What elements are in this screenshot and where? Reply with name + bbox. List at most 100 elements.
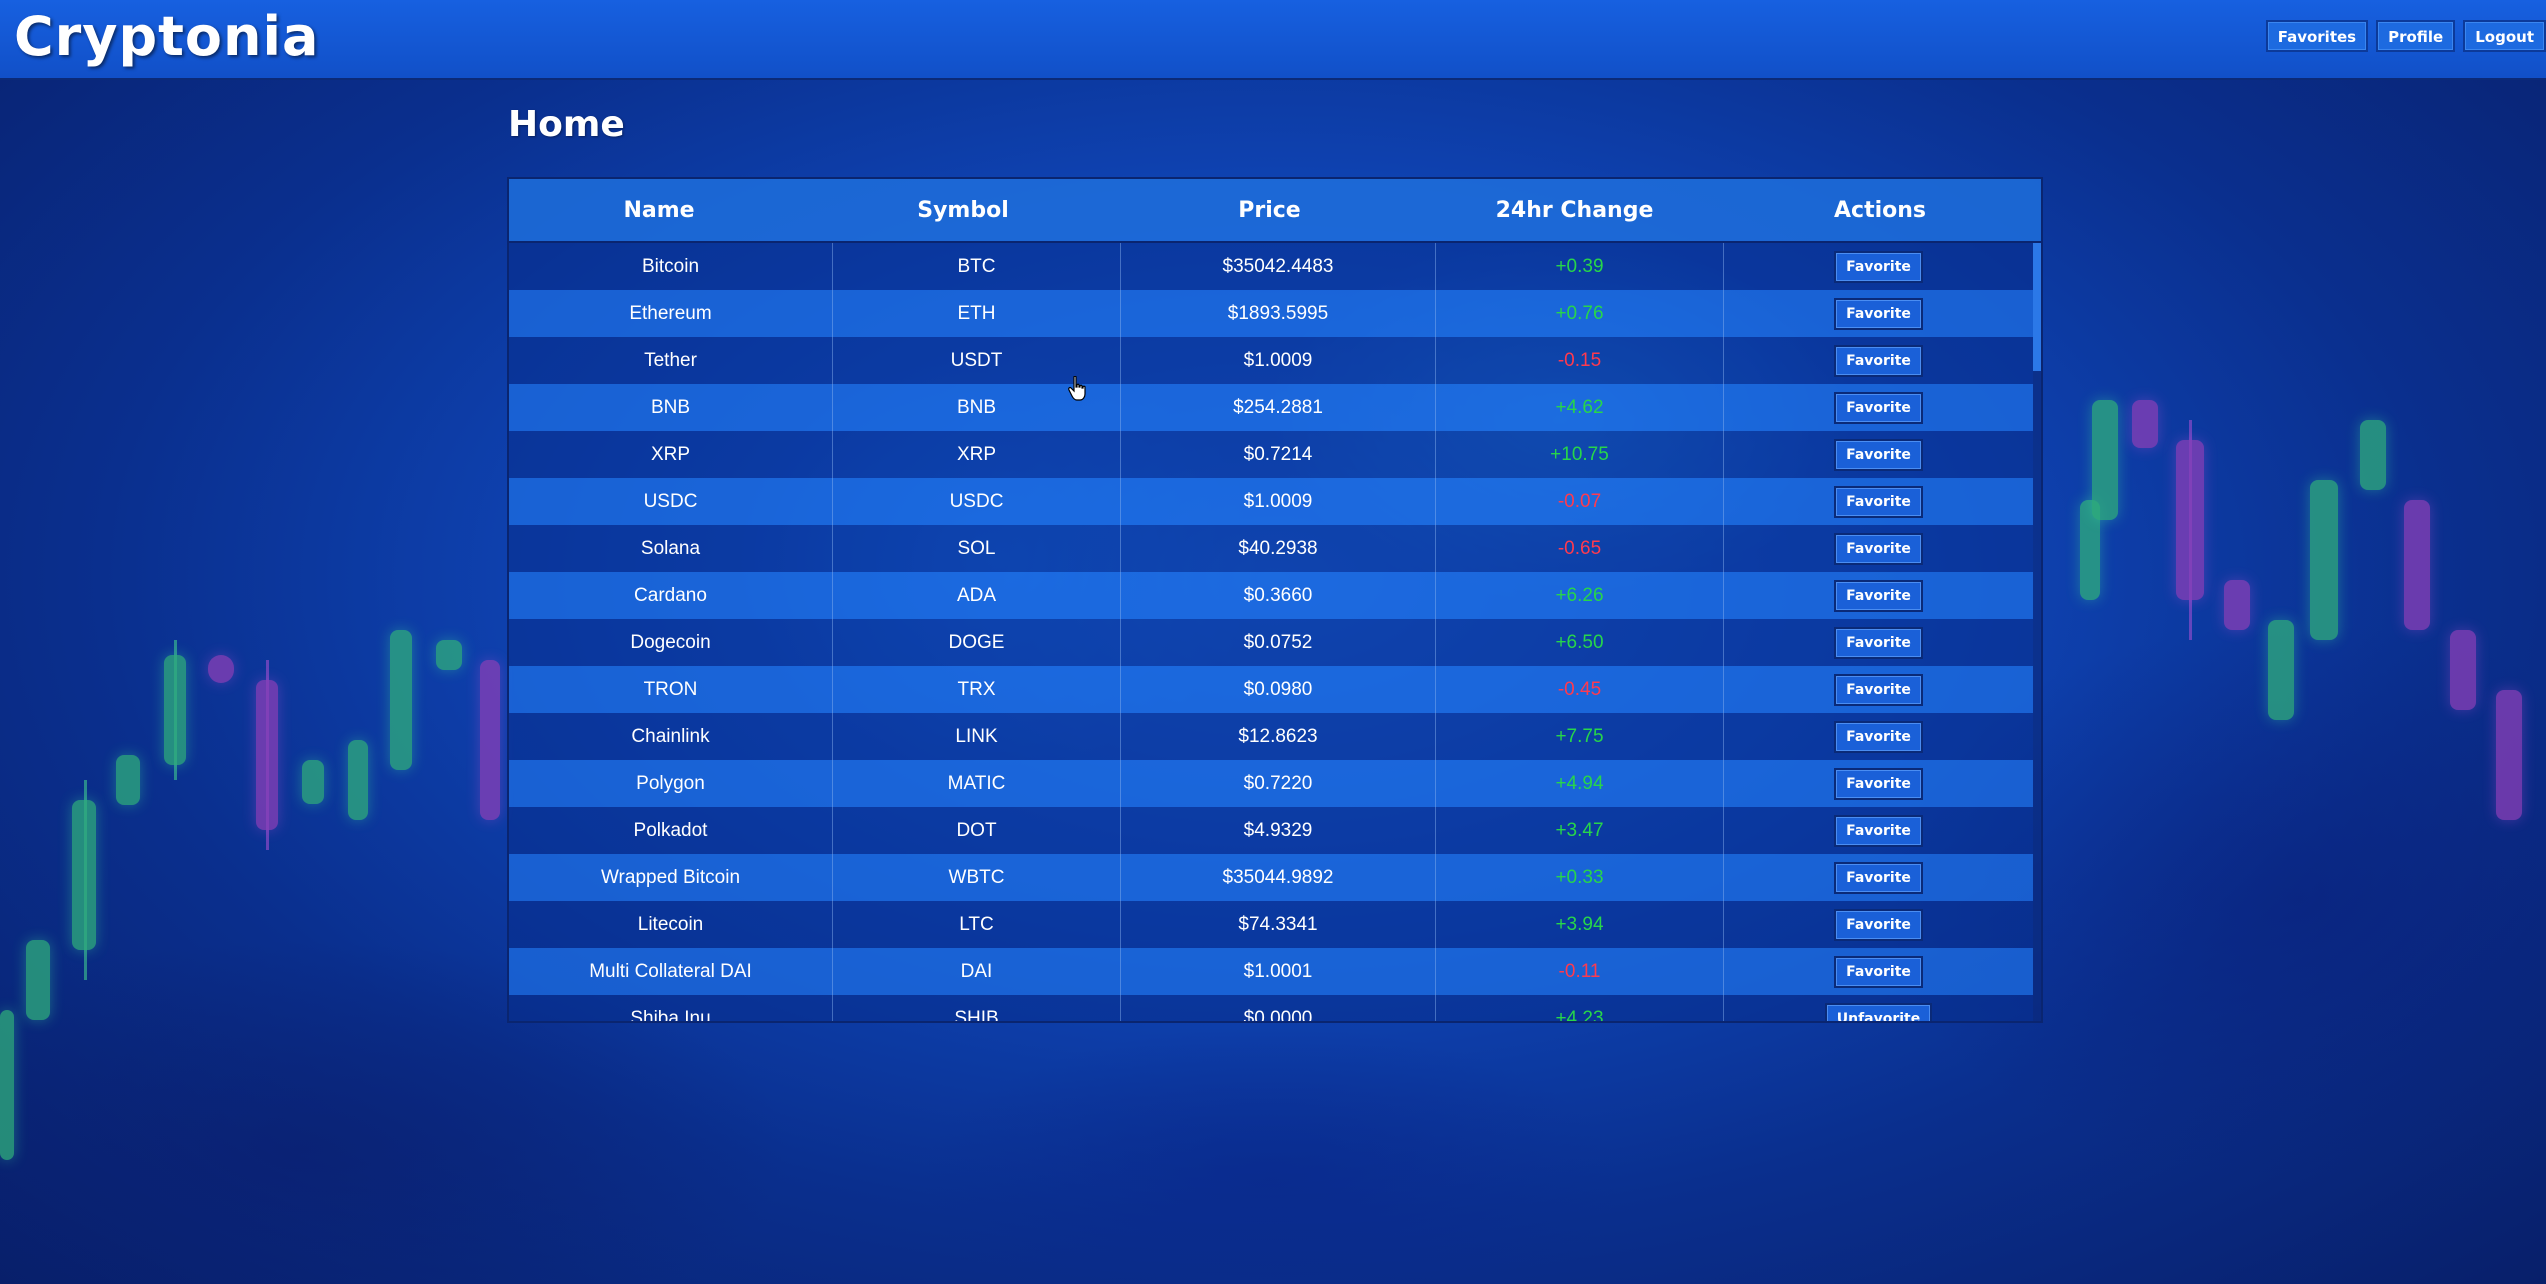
coin-actions: Favorite: [1724, 572, 2033, 619]
coin-24hr-change: -0.45: [1436, 666, 1724, 713]
table-row: Polygon MATIC $0.7220 +4.94 Favorite: [509, 760, 2033, 807]
favorite-button[interactable]: Favorite: [1834, 250, 1923, 283]
coin-name: Wrapped Bitcoin: [509, 854, 833, 901]
hand-pointer-icon: [1068, 376, 1086, 401]
favorite-button[interactable]: Favorite: [1834, 908, 1923, 941]
favorite-button[interactable]: Favorite: [1834, 485, 1923, 518]
coin-price: $35042.4483: [1121, 243, 1436, 290]
favorite-button[interactable]: Favorite: [1834, 579, 1923, 612]
coin-name: Cardano: [509, 572, 833, 619]
coin-price: $1.0001: [1121, 948, 1436, 995]
table-row: Chainlink LINK $12.8623 +7.75 Favorite: [509, 713, 2033, 760]
coin-price: $12.8623: [1121, 713, 1436, 760]
coin-name: Dogecoin: [509, 619, 833, 666]
coin-name: Chainlink: [509, 713, 833, 760]
coin-24hr-change: +7.75: [1436, 713, 1724, 760]
favorite-button[interactable]: Favorite: [1834, 955, 1923, 988]
favorite-button[interactable]: Favorite: [1834, 344, 1923, 377]
favorite-button[interactable]: Favorite: [1834, 297, 1923, 330]
table-scroll-thumb[interactable]: [2033, 243, 2041, 371]
coin-name: Polkadot: [509, 807, 833, 854]
coin-24hr-change: +4.23: [1436, 995, 1724, 1021]
profile-button[interactable]: Profile: [2376, 20, 2456, 52]
coin-actions: Unfavorite: [1724, 995, 2033, 1021]
coin-24hr-change: +0.76: [1436, 290, 1724, 337]
coin-symbol: TRX: [833, 666, 1121, 713]
coin-symbol: ADA: [833, 572, 1121, 619]
coin-24hr-change: +6.50: [1436, 619, 1724, 666]
table-row: Solana SOL $40.2938 -0.65 Favorite: [509, 525, 2033, 572]
coin-price: $0.7220: [1121, 760, 1436, 807]
coin-24hr-change: +3.47: [1436, 807, 1724, 854]
table-row: Polkadot DOT $4.9329 +3.47 Favorite: [509, 807, 2033, 854]
coin-24hr-change: -0.65: [1436, 525, 1724, 572]
favorite-button[interactable]: Favorite: [1834, 438, 1923, 471]
table-row: Cardano ADA $0.3660 +6.26 Favorite: [509, 572, 2033, 619]
table-row: TRON TRX $0.0980 -0.45 Favorite: [509, 666, 2033, 713]
table-row: USDC USDC $1.0009 -0.07 Favorite: [509, 478, 2033, 525]
coin-symbol: LINK: [833, 713, 1121, 760]
coin-price: $0.7214: [1121, 431, 1436, 478]
table-row: Shiba Inu SHIB $0.0000 +4.23 Unfavorite: [509, 995, 2033, 1021]
favorites-button[interactable]: Favorites: [2265, 20, 2369, 52]
coin-price: $0.0752: [1121, 619, 1436, 666]
coin-name: TRON: [509, 666, 833, 713]
coin-24hr-change: +3.94: [1436, 901, 1724, 948]
coin-24hr-change: -0.15: [1436, 337, 1724, 384]
favorite-button[interactable]: Favorite: [1834, 673, 1923, 706]
coin-name: BNB: [509, 384, 833, 431]
coin-symbol: SHIB: [833, 995, 1121, 1021]
coin-price: $40.2938: [1121, 525, 1436, 572]
favorite-button[interactable]: Favorite: [1834, 814, 1923, 847]
coin-symbol: ETH: [833, 290, 1121, 337]
crypto-table: Name Symbol Price 24hr Change Actions Bi…: [507, 177, 2043, 1023]
favorite-button[interactable]: Favorite: [1834, 626, 1923, 659]
favorite-button[interactable]: Favorite: [1834, 720, 1923, 753]
favorite-button[interactable]: Favorite: [1834, 861, 1923, 894]
top-nav: Favorites Profile Logout: [2265, 20, 2546, 52]
coin-symbol: DOT: [833, 807, 1121, 854]
coin-price: $0.0980: [1121, 666, 1436, 713]
coin-name: Bitcoin: [509, 243, 833, 290]
coin-symbol: USDC: [833, 478, 1121, 525]
unfavorite-button[interactable]: Unfavorite: [1824, 1002, 1933, 1021]
coin-price: $74.3341: [1121, 901, 1436, 948]
coin-price: $4.9329: [1121, 807, 1436, 854]
coin-price: $1893.5995: [1121, 290, 1436, 337]
favorite-button[interactable]: Favorite: [1834, 767, 1923, 800]
table-body[interactable]: Bitcoin BTC $35042.4483 +0.39 Favorite Ethere…: [509, 243, 2033, 1021]
coin-price: $1.0009: [1121, 478, 1436, 525]
coin-actions: Favorite: [1724, 290, 2033, 337]
coin-name: USDC: [509, 478, 833, 525]
coin-actions: Favorite: [1724, 760, 2033, 807]
favorite-button[interactable]: Favorite: [1834, 391, 1923, 424]
favorite-button[interactable]: Favorite: [1834, 532, 1923, 565]
coin-actions: Favorite: [1724, 431, 2033, 478]
coin-24hr-change: +6.26: [1436, 572, 1724, 619]
table-row: Litecoin LTC $74.3341 +3.94 Favorite: [509, 901, 2033, 948]
coin-name: Tether: [509, 337, 833, 384]
coin-name: Ethereum: [509, 290, 833, 337]
coin-symbol: XRP: [833, 431, 1121, 478]
coin-name: Litecoin: [509, 901, 833, 948]
table-scrollbar[interactable]: [2033, 243, 2041, 1021]
logout-button[interactable]: Logout: [2463, 20, 2546, 52]
coin-price: $254.2881: [1121, 384, 1436, 431]
coin-symbol: DAI: [833, 948, 1121, 995]
coin-actions: Favorite: [1724, 666, 2033, 713]
coin-symbol: LTC: [833, 901, 1121, 948]
table-row: BNB BNB $254.2881 +4.62 Favorite: [509, 384, 2033, 431]
coin-actions: Favorite: [1724, 478, 2033, 525]
coin-name: Shiba Inu: [509, 995, 833, 1021]
coin-actions: Favorite: [1724, 337, 2033, 384]
coin-actions: Favorite: [1724, 619, 2033, 666]
brand-logo[interactable]: Cryptonia: [14, 4, 319, 70]
coin-24hr-change: +0.39: [1436, 243, 1724, 290]
column-header-symbol: Symbol: [917, 197, 1009, 223]
table-row: Dogecoin DOGE $0.0752 +6.50 Favorite: [509, 619, 2033, 666]
coin-symbol: SOL: [833, 525, 1121, 572]
coin-actions: Favorite: [1724, 948, 2033, 995]
table-row: XRP XRP $0.7214 +10.75 Favorite: [509, 431, 2033, 478]
coin-name: Multi Collateral DAI: [509, 948, 833, 995]
coin-symbol: WBTC: [833, 854, 1121, 901]
